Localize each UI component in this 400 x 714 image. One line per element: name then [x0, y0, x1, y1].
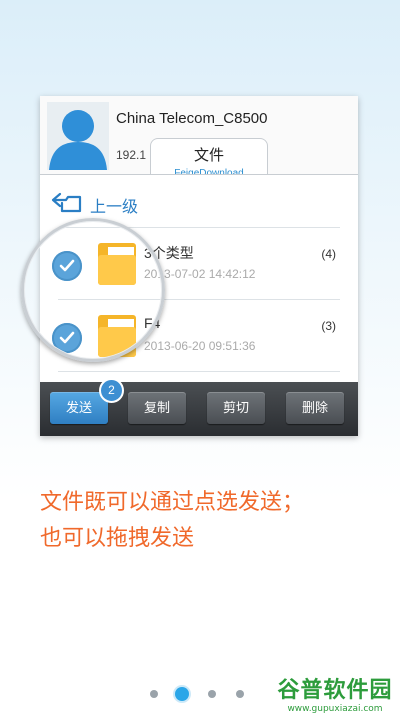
watermark-text: 谷普软件园	[277, 677, 393, 702]
watermark-url: www.gupuxiazai.com	[287, 704, 383, 714]
send-button[interactable]: 发送	[50, 392, 108, 424]
check-icon	[59, 259, 75, 272]
divider	[58, 299, 340, 300]
caption-line-2: 也可以拖拽发送	[40, 525, 195, 550]
caption: 文件既可以通过点选发送； 也可以拖拽发送	[40, 484, 304, 556]
cut-button[interactable]: 剪切	[207, 392, 265, 424]
file-count: (3)	[321, 319, 336, 333]
selected-count-badge: 2	[99, 378, 124, 403]
page-dot[interactable]	[208, 690, 216, 698]
delete-button[interactable]: 删除	[286, 392, 344, 424]
file-name: 3个类型	[144, 245, 194, 261]
check-icon	[59, 331, 75, 344]
page-dot[interactable]	[150, 690, 158, 698]
checkbox-checked[interactable]	[52, 251, 82, 281]
file-list-panel: 上一级 3个类型 2013-07-02 14:42:12 (4) F4 2013…	[40, 174, 358, 383]
copy-button[interactable]: 复制	[128, 392, 186, 424]
bottom-toolbar: 发送 复制 剪切 删除	[40, 382, 358, 436]
page-dot[interactable]	[236, 690, 244, 698]
divider	[58, 371, 340, 372]
up-level-label: 上一级	[90, 199, 139, 216]
watermark-logo: 谷普软件园 www.gupuxiazai.com	[274, 672, 396, 714]
contact-name: China Telecom_C8500	[116, 110, 268, 127]
checkbox-checked[interactable]	[52, 323, 82, 353]
page-dot-active[interactable]	[175, 687, 189, 701]
list-item[interactable]: 3个类型 2013-07-02 14:42:12 (4)	[40, 231, 358, 299]
person-icon	[49, 110, 107, 170]
tab-title: 文件	[193, 147, 224, 164]
file-date: 2013-06-20 09:51:36	[144, 339, 256, 353]
folder-icon	[98, 315, 136, 357]
caption-line-1: 文件既可以通过点选发送；	[40, 489, 305, 514]
file-date: 2013-07-02 14:42:12	[144, 267, 256, 281]
divider	[58, 227, 340, 228]
folder-icon	[98, 243, 136, 285]
file-name: F4	[144, 315, 161, 331]
file-send-demo-card: China Telecom_C8500 192.1 文件 FeigeDownlo…	[40, 96, 358, 436]
back-folder-icon	[51, 192, 82, 213]
list-item[interactable]: F4 2013-06-20 09:51:36 (3)	[40, 303, 358, 371]
avatar	[47, 102, 109, 170]
contact-ip: 192.1	[116, 148, 147, 162]
file-count: (4)	[321, 247, 336, 261]
